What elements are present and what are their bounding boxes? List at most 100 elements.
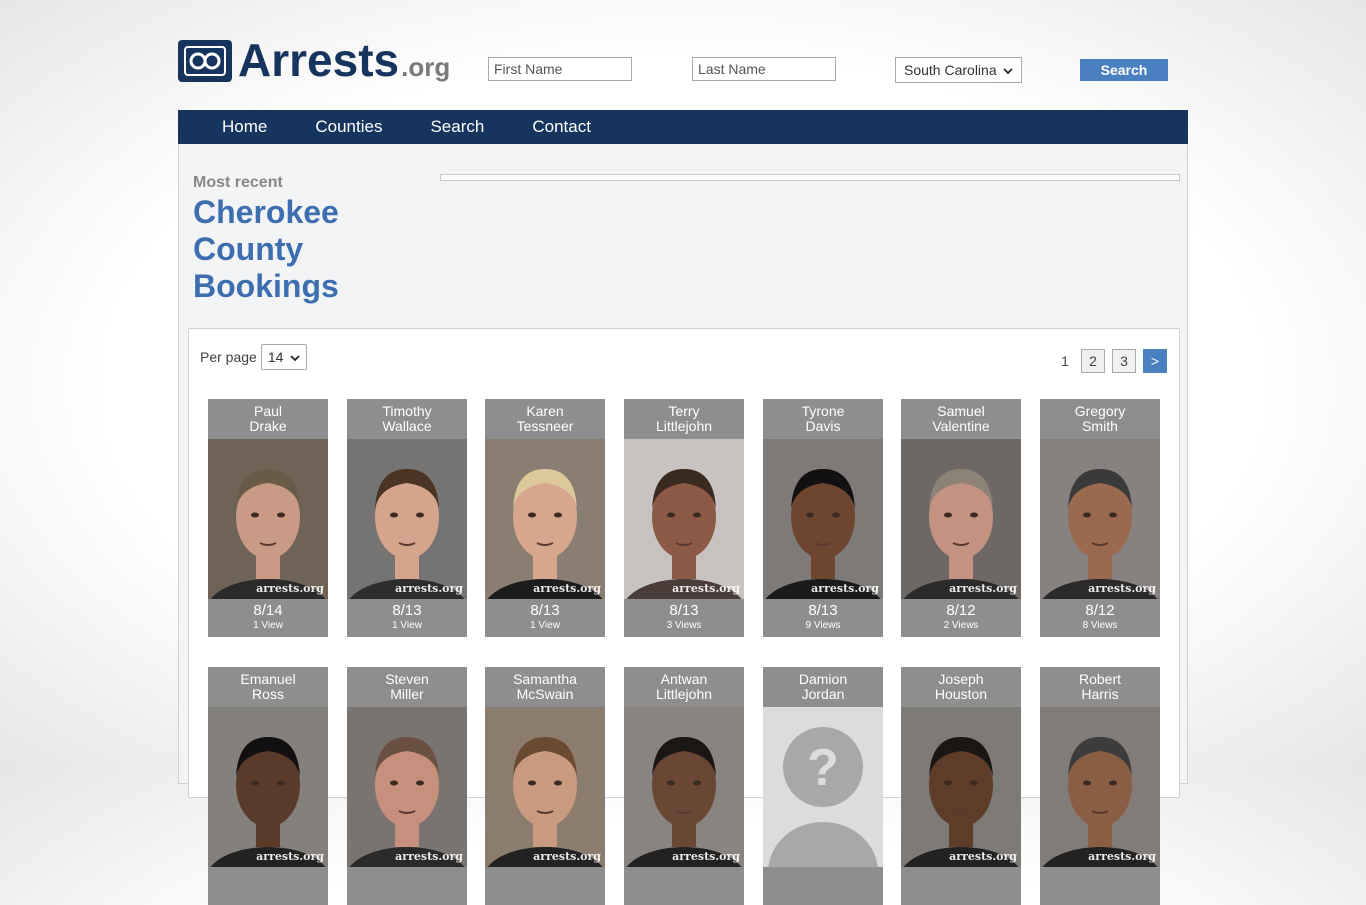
arrest-name[interactable]: Antwan Littlejohn (624, 667, 744, 707)
per-page-control: Per page 14 (200, 344, 307, 370)
last-name-input[interactable] (692, 57, 836, 81)
arrest-footer: 8/13 1 View (485, 599, 605, 637)
arrest-card[interactable]: Antwan Littlejohn arrests.org (624, 667, 744, 905)
arrest-date: 8/12 (1085, 602, 1115, 619)
arrest-first-name: Samantha (513, 671, 577, 687)
person-silhouette-icon (626, 469, 742, 599)
mugshot-photo[interactable]: arrests.org (1040, 439, 1160, 599)
arrest-date (901, 867, 1021, 870)
arrest-first-name: Karen (526, 403, 564, 419)
mugshot-photo[interactable]: arrests.org (208, 439, 328, 599)
arrest-name[interactable]: Robert Harris (1040, 667, 1160, 707)
arrest-last-name: Harris (1081, 686, 1119, 702)
watermark: arrests.org (1088, 850, 1156, 863)
arrest-first-name: Timothy (382, 403, 432, 419)
arrest-date (347, 867, 467, 870)
per-page-label: Per page (200, 349, 257, 365)
nav-item-search[interactable]: Search (406, 117, 508, 137)
watermark: arrests.org (811, 582, 879, 595)
watermark: arrests.org (256, 582, 324, 595)
page-link-3[interactable]: 3 (1112, 349, 1136, 373)
watermark: arrests.org (949, 582, 1017, 595)
arrest-name[interactable]: Paul Drake (208, 399, 328, 439)
person-silhouette-icon (210, 737, 326, 867)
mugshot-photo[interactable]: arrests.org (347, 707, 467, 867)
arrest-card[interactable]: Timothy Wallace arrests.org 8/13 1 View (347, 399, 467, 637)
arrest-card[interactable]: Karen Tessneer arrests.org 8/13 1 View (485, 399, 605, 637)
arrest-name[interactable]: Samantha McSwain (485, 667, 605, 707)
mugshot-photo[interactable]: arrests.org (624, 707, 744, 867)
arrest-first-name: Robert (1078, 671, 1122, 687)
arrest-name[interactable]: Joseph Houston (901, 667, 1021, 707)
arrest-footer (485, 867, 605, 905)
ad-banner (440, 174, 1180, 181)
arrest-card[interactable]: Terry Littlejohn arrests.org 8/13 3 Views (624, 399, 744, 637)
arrest-last-name: Davis (805, 418, 841, 434)
mugshot-photo[interactable]: arrests.org (763, 439, 883, 599)
person-silhouette-icon (487, 469, 603, 599)
state-select[interactable]: South Carolina (895, 57, 1022, 83)
mugshot-photo[interactable]: arrests.org (624, 439, 744, 599)
arrest-card[interactable]: Samantha McSwain arrests.org (485, 667, 605, 905)
mugshot-photo[interactable]: arrests.org (485, 707, 605, 867)
arrest-first-name: Paul (253, 403, 283, 419)
mugshot-photo[interactable]: arrests.org (901, 439, 1021, 599)
arrest-name[interactable]: Steven Miller (347, 667, 467, 707)
site-logo[interactable]: Arrests .org (178, 36, 451, 83)
first-name-input[interactable] (488, 57, 632, 81)
arrest-last-name: Houston (934, 686, 988, 702)
arrest-card[interactable]: Joseph Houston arrests.org (901, 667, 1021, 905)
arrest-name[interactable]: Karen Tessneer (485, 399, 605, 439)
main-nav: Home Counties Search Contact (178, 110, 1188, 144)
arrest-date: 8/12 (946, 602, 976, 619)
arrest-first-name: Damion (798, 671, 848, 687)
arrest-name[interactable]: Terry Littlejohn (624, 399, 744, 439)
arrest-date: 8/14 (253, 602, 283, 619)
search-button[interactable]: Search (1080, 59, 1168, 81)
arrest-card[interactable]: Emanuel Ross arrests.org (208, 667, 328, 905)
person-silhouette-icon (349, 737, 465, 867)
arrest-footer (624, 867, 744, 905)
page-link-2[interactable]: 2 (1081, 349, 1105, 373)
mugshot-photo[interactable]: arrests.org (347, 439, 467, 599)
nav-item-contact[interactable]: Contact (508, 117, 615, 137)
arrest-card[interactable]: Steven Miller arrests.org (347, 667, 467, 905)
nav-item-counties[interactable]: Counties (291, 117, 406, 137)
mugshot-photo[interactable]: ? (763, 707, 883, 867)
mugshot-photo[interactable]: arrests.org (208, 707, 328, 867)
arrest-card[interactable]: Tyrone Davis arrests.org 8/13 9 Views (763, 399, 883, 637)
arrest-card[interactable]: Paul Drake arrests.org 8/14 1 View (208, 399, 328, 637)
arrest-date: 8/13 (530, 602, 560, 619)
arrest-name[interactable]: Emanuel Ross (208, 667, 328, 707)
arrest-last-name: Drake (249, 418, 287, 434)
arrest-name[interactable]: Tyrone Davis (763, 399, 883, 439)
arrest-card[interactable]: Gregory Smith arrests.org 8/12 8 Views (1040, 399, 1160, 637)
mugshot-photo[interactable]: arrests.org (485, 439, 605, 599)
arrest-date (1040, 867, 1160, 870)
arrest-footer: 8/14 1 View (208, 599, 328, 637)
arrest-card[interactable]: Samuel Valentine arrests.org 8/12 2 Views (901, 399, 1021, 637)
arrest-footer (1040, 867, 1160, 905)
person-silhouette-icon (626, 737, 742, 867)
per-page-select[interactable]: 14 (260, 344, 307, 370)
view-count: 9 Views (805, 620, 841, 631)
arrest-footer (347, 867, 467, 905)
nav-item-home[interactable]: Home (178, 117, 291, 137)
arrest-name[interactable]: Gregory Smith (1040, 399, 1160, 439)
logo-org-text: .org (401, 52, 451, 82)
arrest-footer: 8/13 1 View (347, 599, 467, 637)
page-current: 1 (1061, 353, 1069, 369)
mugshot-photo[interactable]: arrests.org (1040, 707, 1160, 867)
arrest-name[interactable]: Samuel Valentine (901, 399, 1021, 439)
arrest-card[interactable]: Damion Jordan? (763, 667, 883, 905)
content-panel: Most recent Cherokee County Bookings Per… (178, 144, 1188, 905)
page-next-button[interactable]: > (1143, 349, 1167, 373)
watermark: arrests.org (1088, 582, 1156, 595)
arrest-name[interactable]: Damion Jordan (763, 667, 883, 707)
arrest-date (485, 867, 605, 870)
arrest-name[interactable]: Timothy Wallace (347, 399, 467, 439)
arrest-last-name: Miller (390, 686, 424, 702)
mugshot-photo[interactable]: arrests.org (901, 707, 1021, 867)
chevron-down-icon (1003, 62, 1013, 78)
arrest-card[interactable]: Robert Harris arrests.org (1040, 667, 1160, 905)
